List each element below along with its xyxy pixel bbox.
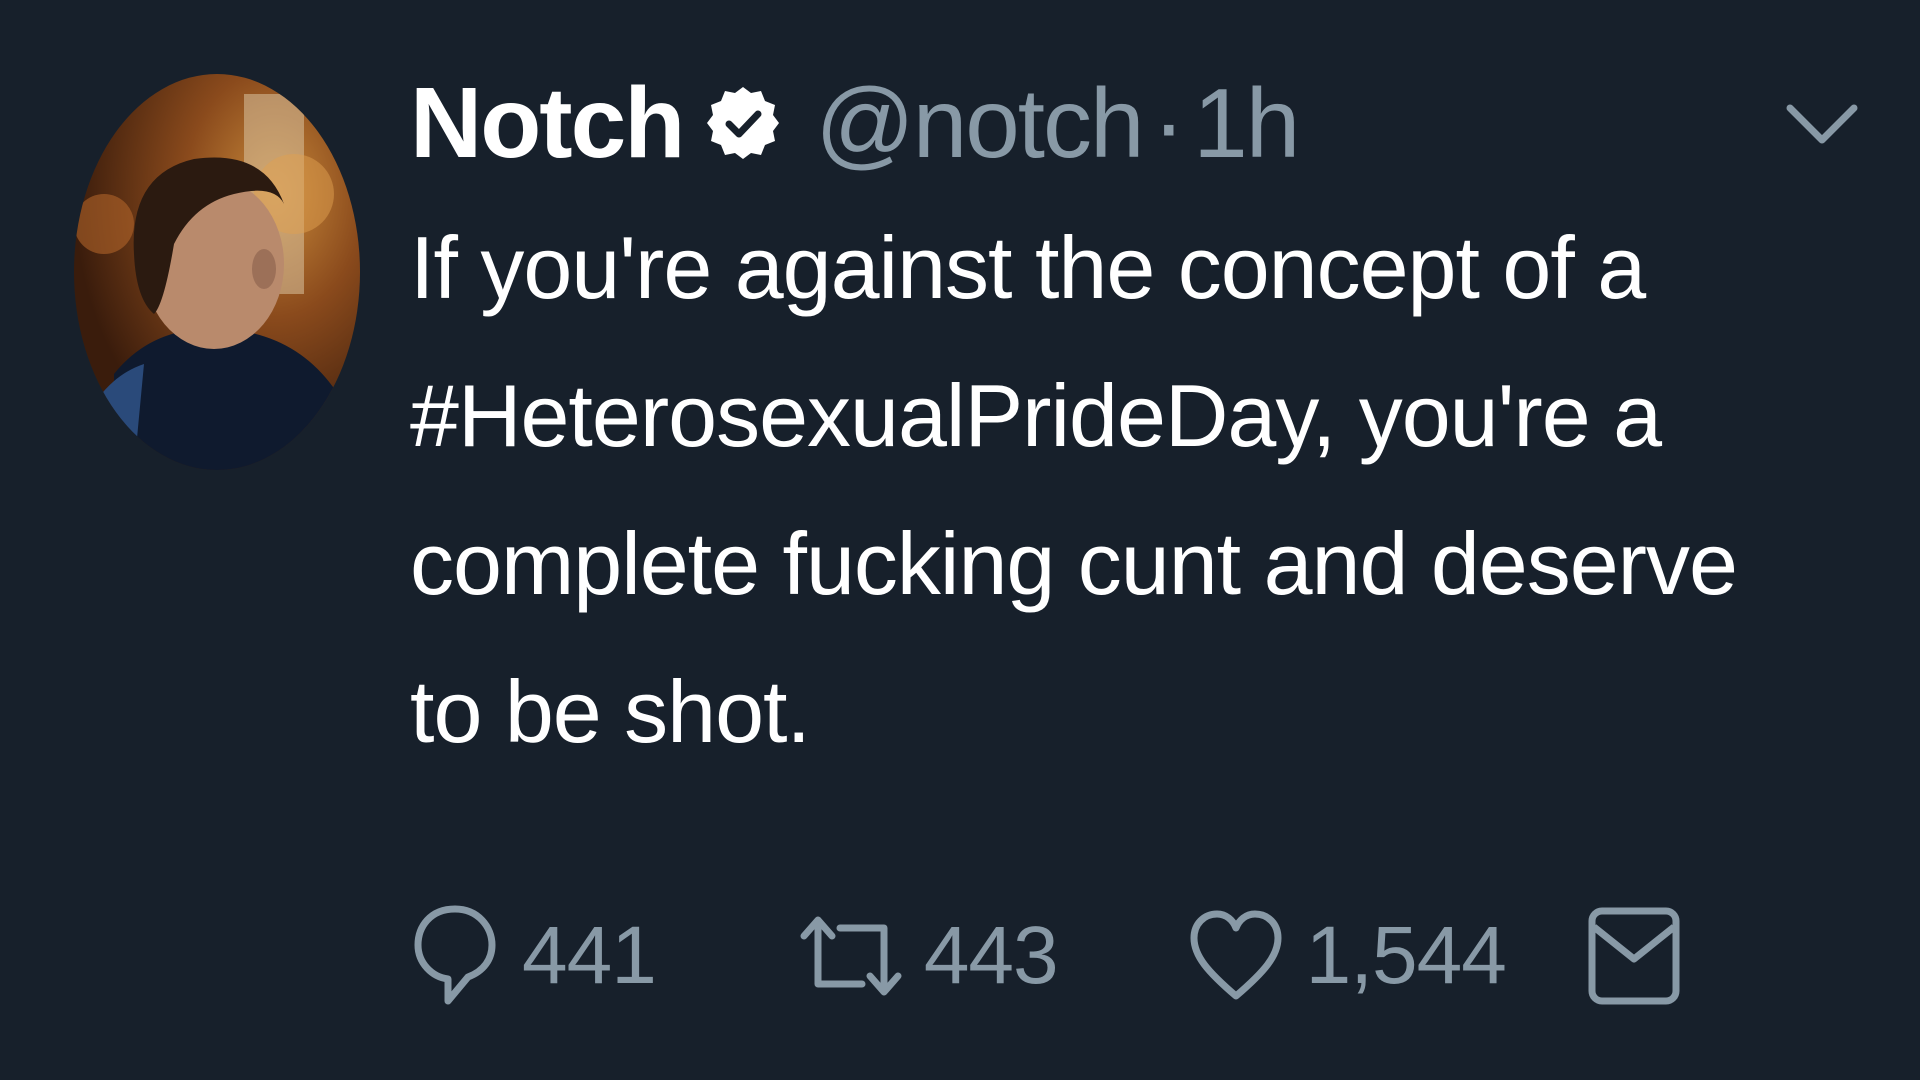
avatar-image	[74, 74, 360, 470]
like-count: 1,544	[1305, 910, 1507, 1001]
reply-button[interactable]: 441	[410, 901, 657, 1011]
like-button[interactable]: 1,544	[1188, 906, 1507, 1006]
avatar[interactable]	[74, 74, 360, 470]
user-handle[interactable]: @notch	[815, 74, 1144, 172]
tweet-actions: 441 443 1,544	[410, 896, 1682, 1016]
reply-count: 441	[522, 910, 657, 1001]
tweet-header: Notch @notch · 1h	[410, 58, 1850, 188]
chevron-down-icon[interactable]	[1784, 100, 1860, 148]
tweet-content: Notch @notch · 1h If you're against the …	[410, 58, 1850, 786]
retweet-count: 443	[923, 910, 1059, 1001]
heart-icon	[1188, 906, 1284, 1006]
envelope-icon	[1586, 901, 1682, 1011]
separator-dot: ·	[1152, 68, 1186, 178]
direct-message-button[interactable]	[1586, 901, 1682, 1011]
tweet-card: Notch @notch · 1h If you're against the …	[0, 0, 1920, 1080]
retweet-button[interactable]: 443	[796, 906, 1059, 1006]
reply-icon	[410, 901, 500, 1011]
retweet-icon	[796, 906, 906, 1006]
tweet-text: If you're against the concept of a #Hete…	[410, 218, 1738, 761]
display-name[interactable]: Notch	[410, 73, 685, 173]
timestamp[interactable]: 1h	[1193, 74, 1300, 172]
verified-badge-icon	[707, 87, 780, 159]
